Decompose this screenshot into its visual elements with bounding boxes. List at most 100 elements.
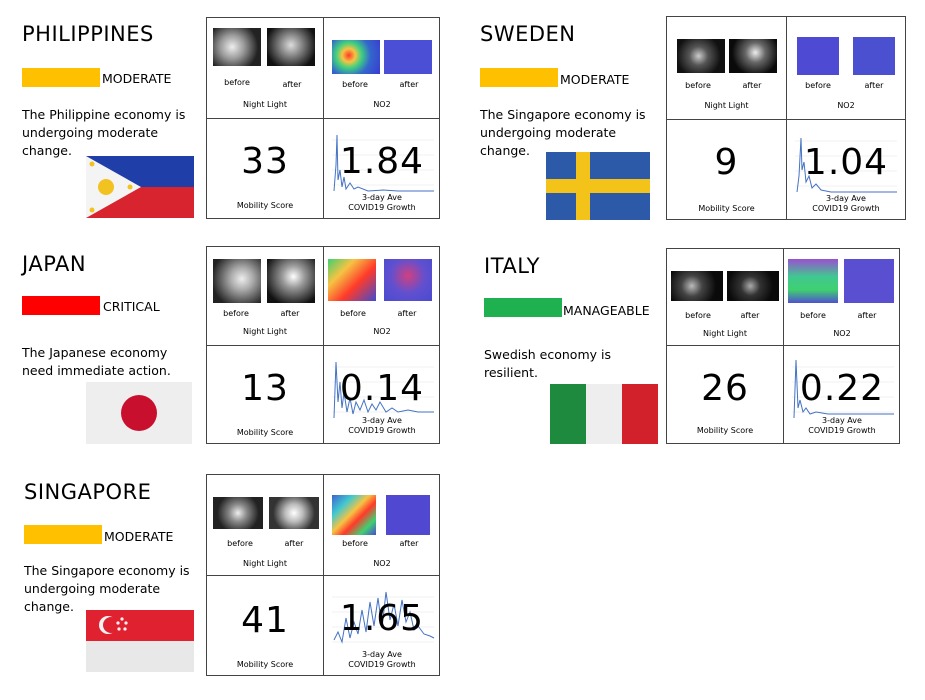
no2-cell: before after NO2 — [324, 475, 440, 575]
country-name: SINGAPORE — [24, 480, 152, 504]
night-light-cell: before after Night Light — [667, 17, 786, 117]
indicator-grid: before after Night Light before after NO… — [206, 246, 440, 444]
covid-growth-cell: 1.65 3-day Ave COVID19 Growth — [324, 576, 440, 676]
no2-before-image — [797, 37, 839, 75]
philippines-flag — [86, 156, 194, 218]
before-caption: before — [340, 309, 366, 318]
night-light-before-image — [677, 39, 725, 73]
night-light-before-image — [671, 271, 723, 301]
night-light-after-image — [729, 39, 777, 73]
after-caption: after — [742, 81, 762, 90]
no2-cell: before after NO2 — [787, 17, 905, 117]
economy-description: Swedish economy is resilient. — [484, 347, 611, 380]
status-label: MANAGEABLE — [563, 303, 650, 318]
after-caption: after — [857, 311, 877, 320]
night-light-title: Night Light — [243, 327, 287, 336]
growth-label-line2: COVID19 Growth — [808, 426, 876, 435]
no2-after-image — [384, 259, 432, 301]
growth-label-line2: COVID19 Growth — [812, 204, 880, 213]
growth-label-line2: COVID19 Growth — [348, 203, 416, 212]
mobility-score-value: 33 — [241, 141, 289, 182]
covid-growth-cell: 1.04 3-day Ave COVID19 Growth — [787, 120, 905, 220]
mobility-score-label: Mobility Score — [236, 201, 294, 210]
growth-label-line2: COVID19 Growth — [348, 660, 416, 669]
growth-label-line1: 3-day Ave — [362, 650, 402, 659]
before-caption: before — [685, 311, 711, 320]
indicator-grid: before after Night Light before after NO… — [206, 474, 440, 676]
night-light-before-image — [213, 259, 261, 303]
no2-before-image — [328, 259, 376, 301]
no2-after-image — [844, 259, 894, 303]
status-color-bar — [24, 525, 102, 544]
night-light-after-image — [727, 271, 779, 301]
after-caption: after — [397, 309, 417, 318]
growth-label-line1: 3-day Ave — [362, 416, 402, 425]
night-light-cell: before after Night Light — [207, 475, 323, 575]
before-caption: before — [227, 539, 253, 548]
status-label: MODERATE — [104, 529, 174, 544]
no2-after-image — [853, 37, 895, 75]
country-name: SWEDEN — [480, 22, 576, 46]
economy-description: The Japanese economy need immediate acti… — [22, 345, 171, 378]
after-caption: after — [864, 81, 884, 90]
after-caption: after — [280, 309, 300, 318]
no2-before-image — [788, 259, 838, 303]
growth-label-line1: 3-day Ave — [362, 193, 402, 202]
covid-growth-value: 1.04 — [803, 142, 889, 183]
mobility-cell: 13 Mobility Score — [207, 346, 323, 446]
covid-growth-value: 0.14 — [339, 368, 425, 409]
country-name: JAPAN — [22, 252, 87, 276]
no2-title: NO2 — [373, 559, 391, 568]
mobility-cell: 9 Mobility Score — [667, 120, 786, 220]
night-light-after-image — [267, 259, 315, 303]
no2-title: NO2 — [373, 327, 391, 336]
growth-label-line1: 3-day Ave — [822, 416, 862, 425]
night-light-after-image — [267, 28, 315, 66]
japan-flag — [86, 382, 192, 444]
covid-growth-cell: 0.14 3-day Ave COVID19 Growth — [324, 346, 440, 446]
before-caption: before — [223, 309, 249, 318]
night-light-title: Night Light — [243, 559, 287, 568]
night-light-cell: before after Night Light — [207, 18, 323, 118]
night-light-cell: before after Night Light — [207, 247, 323, 347]
mobility-score-value: 13 — [241, 368, 289, 409]
covid-growth-value: 0.22 — [799, 368, 885, 409]
status-color-bar — [484, 298, 562, 317]
before-caption: before — [342, 80, 368, 89]
covid-growth-value: 1.65 — [339, 598, 425, 639]
after-caption: after — [740, 311, 760, 320]
indicator-grid: before after Night Light before after NO… — [666, 16, 906, 220]
no2-cell: before after NO2 — [324, 247, 440, 347]
night-light-before-image — [213, 28, 261, 66]
night-light-title: Night Light — [704, 101, 749, 110]
no2-before-image — [332, 495, 376, 535]
growth-label-line2: COVID19 Growth — [348, 426, 416, 435]
no2-title: NO2 — [373, 100, 391, 109]
status-label: CRITICAL — [103, 299, 160, 314]
indicator-grid: before after Night Light before after NO… — [666, 248, 900, 444]
no2-title: NO2 — [837, 101, 855, 110]
after-caption: after — [284, 539, 304, 548]
country-name: PHILIPPINES — [22, 22, 154, 46]
night-light-after-image — [269, 497, 319, 529]
mobility-score-value: 9 — [714, 142, 739, 183]
after-caption: after — [399, 80, 419, 89]
night-light-before-image — [213, 497, 263, 529]
no2-title: NO2 — [833, 329, 851, 338]
sweden-flag — [546, 152, 650, 220]
night-light-cell: before after Night Light — [667, 249, 783, 349]
growth-label-line1: 3-day Ave — [826, 194, 866, 203]
status-label: MODERATE — [560, 72, 630, 87]
mobility-score-label: Mobility Score — [696, 426, 754, 435]
no2-cell: before after NO2 — [784, 249, 900, 349]
singapore-flag — [86, 610, 194, 672]
before-caption: before — [224, 78, 250, 87]
economy-description: The Singapore economy is undergoing mode… — [24, 563, 190, 614]
no2-after-image — [384, 40, 432, 74]
no2-before-image — [332, 40, 380, 74]
italy-flag — [550, 384, 658, 444]
country-name: ITALY — [484, 254, 540, 278]
before-caption: before — [800, 311, 826, 320]
status-color-bar — [22, 68, 100, 87]
before-caption: before — [342, 539, 368, 548]
